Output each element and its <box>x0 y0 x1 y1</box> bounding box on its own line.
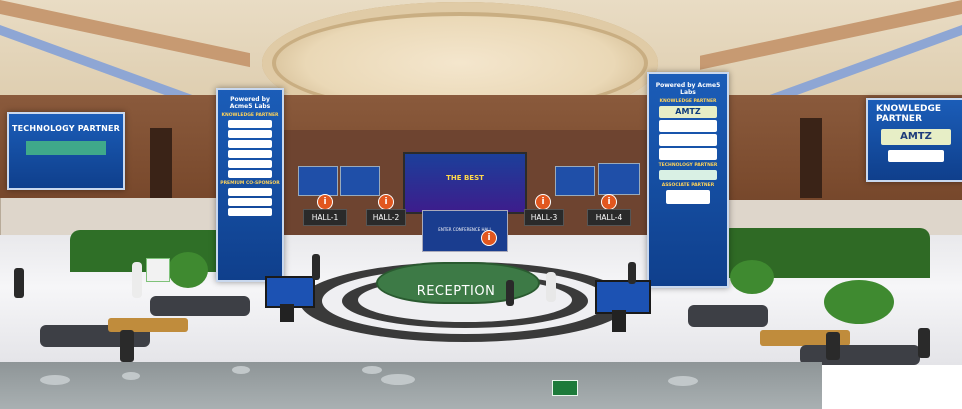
sponsor-logo <box>228 170 272 178</box>
ceiling-light <box>122 372 140 380</box>
lounge-sofa <box>688 305 768 327</box>
technology-partner-banner[interactable]: TECHNOLOGY PARTNER <box>7 112 125 190</box>
tower-brand: Powered by Acme5 Labs <box>229 96 271 110</box>
sponsor-logo <box>228 140 272 148</box>
virtual-lobby-scene: TECHNOLOGY PARTNER KNOWLEDGE PARTNER AMT… <box>0 0 962 409</box>
wall-screen[interactable] <box>298 166 338 196</box>
avatar-person <box>918 328 930 358</box>
potted-tree <box>168 252 208 288</box>
sponsor-logo <box>228 120 272 128</box>
sponsor-logo <box>666 190 710 204</box>
statue <box>546 272 556 302</box>
lounge-sofa <box>150 296 250 316</box>
lower-ceiling-strip <box>0 362 822 409</box>
hall-2-button[interactable]: HALL-2 <box>366 209 406 226</box>
hall-1-button[interactable]: HALL-1 <box>303 209 347 226</box>
tower-brand: Powered by Acme5 Labs <box>655 82 721 96</box>
potted-tree <box>730 260 774 294</box>
technology-partner-caption: TECHNOLOGY PARTNER <box>11 124 121 133</box>
tower-section-label: ASSOCIATE PARTNER <box>661 183 715 188</box>
tower-section-label: PREMIUM CO-SPONSOR <box>220 181 280 186</box>
left-sponsor-tower[interactable]: Powered by Acme5 Labs KNOWLEDGE PARTNER … <box>216 88 284 282</box>
info-stand <box>146 258 170 282</box>
sponsor-logo <box>228 188 272 196</box>
info-icon[interactable]: i <box>378 194 394 210</box>
avatar-person <box>506 280 514 306</box>
sponsor-logo <box>659 120 717 132</box>
ceiling-light <box>668 376 698 386</box>
avatar-person <box>312 254 320 280</box>
sponsor-logo <box>228 198 272 206</box>
wall-screen[interactable] <box>555 166 595 196</box>
sponsor-logo <box>228 150 272 158</box>
ceiling-light <box>40 375 70 385</box>
potted-tree <box>824 280 894 324</box>
avatar-person <box>120 330 134 362</box>
amtz-logo: AMTZ <box>659 106 717 118</box>
tower-section-label: KNOWLEDGE PARTNER <box>659 99 717 104</box>
sponsor-logo <box>228 208 272 216</box>
wall-pillar <box>150 128 172 198</box>
info-icon[interactable]: i <box>481 230 497 246</box>
hall-4-button[interactable]: HALL-4 <box>587 209 631 226</box>
right-sponsor-tower[interactable]: Powered by Acme5 Labs KNOWLEDGE PARTNER … <box>647 72 729 288</box>
center-screen-text: THE BEST <box>446 174 484 182</box>
exit-sign-icon <box>552 380 578 396</box>
center-video-screen[interactable]: THE BEST <box>403 152 527 214</box>
tower-section-label: KNOWLEDGE PARTNER <box>221 113 279 118</box>
wall-screen[interactable] <box>340 166 380 196</box>
wall-screen[interactable] <box>598 163 640 195</box>
wall-pillar <box>800 118 822 198</box>
kiosk-screen[interactable] <box>595 280 651 314</box>
info-icon[interactable]: i <box>601 194 617 210</box>
info-icon[interactable]: i <box>317 194 333 210</box>
avatar-person <box>14 268 24 298</box>
conference-hall-entrance[interactable]: ENTER CONFERENCE HALL <box>422 210 508 252</box>
kiosk-stand <box>280 304 294 322</box>
sponsor-logo <box>26 141 106 155</box>
tower-section-label: TECHNOLOGY PARTNER <box>658 163 718 168</box>
knowledge-partner-caption: KNOWLEDGE PARTNER <box>876 104 941 124</box>
sponsor-logo <box>228 160 272 168</box>
sponsor-logo <box>659 170 717 180</box>
avatar-person <box>826 332 840 360</box>
ceiling-light <box>381 374 415 385</box>
knowledge-partner-banner[interactable]: KNOWLEDGE PARTNER AMTZ <box>866 98 962 182</box>
sponsor-logo <box>228 130 272 138</box>
sponsor-logo <box>888 150 944 162</box>
hall-3-button[interactable]: HALL-3 <box>524 209 564 226</box>
statue <box>132 262 142 298</box>
avatar-person <box>628 262 636 284</box>
sponsor-logo <box>659 148 717 160</box>
kiosk-stand <box>612 310 626 332</box>
ceiling-light <box>362 366 382 374</box>
ceiling-light <box>232 366 250 374</box>
info-icon[interactable]: i <box>535 194 551 210</box>
sponsor-logo <box>659 134 717 146</box>
amtz-logo: AMTZ <box>881 129 951 145</box>
